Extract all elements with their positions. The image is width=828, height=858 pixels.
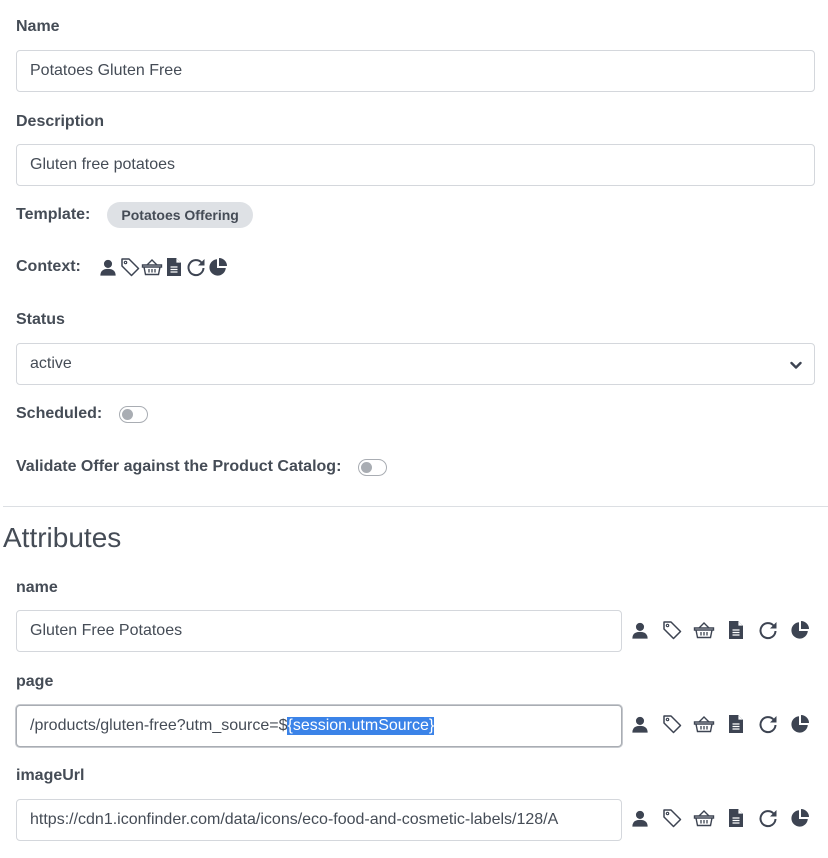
description-input-value: Gluten free potatoes: [30, 156, 175, 173]
status-select-value: active: [30, 355, 72, 372]
attr-name-value: Gluten Free Potatoes: [30, 622, 183, 639]
refresh-icon[interactable]: [185, 256, 207, 278]
status-label: Status: [16, 311, 65, 328]
attr-page-value-selected: {session.utmSource}: [287, 717, 435, 735]
name-input[interactable]: Potatoes Gluten Free: [16, 50, 815, 92]
attr-page-label: page: [16, 673, 54, 690]
basket-icon[interactable]: [141, 256, 163, 278]
attr-page-input[interactable]: /products/gluten-free?utm_source=$ {sessi…: [16, 705, 622, 747]
attr-name-label: name: [16, 579, 58, 596]
scheduled-row: Scheduled:: [16, 405, 149, 423]
tag-icon[interactable]: [660, 807, 684, 829]
section-divider: [3, 506, 828, 507]
tag-icon[interactable]: [660, 713, 684, 735]
refresh-icon[interactable]: [756, 713, 780, 735]
name-input-value: Potatoes Gluten Free: [30, 62, 183, 79]
attr-imageurl-context-icons: [628, 807, 820, 829]
template-label: Template:: [16, 206, 91, 223]
context-row: Context:: [16, 256, 229, 278]
attr-imageurl-label: imageUrl: [16, 767, 85, 784]
context-label: Context:: [16, 258, 81, 275]
validate-toggle[interactable]: [358, 458, 388, 476]
user-icon[interactable]: [628, 713, 652, 735]
document-icon[interactable]: [163, 256, 185, 278]
validate-row: Validate Offer against the Product Catal…: [16, 458, 388, 476]
scheduled-toggle[interactable]: [119, 405, 149, 423]
name-label: Name: [16, 18, 60, 35]
refresh-icon[interactable]: [756, 807, 780, 829]
status-select[interactable]: active: [16, 343, 815, 385]
pie-chart-icon[interactable]: [788, 807, 812, 829]
attr-imageurl-value: https://cdn1.iconfinder.com/data/icons/e…: [30, 811, 559, 828]
user-icon[interactable]: [628, 619, 652, 641]
attr-page-context-icons: [628, 713, 820, 735]
user-icon[interactable]: [628, 807, 652, 829]
document-icon[interactable]: [724, 807, 748, 829]
scheduled-label: Scheduled:: [16, 405, 103, 422]
attr-page-value-prefix: /products/gluten-free?utm_source=$: [30, 717, 288, 734]
document-icon[interactable]: [724, 619, 748, 641]
context-icons: [97, 256, 229, 278]
template-chip[interactable]: Potatoes Offering: [107, 202, 253, 228]
pie-chart-icon[interactable]: [788, 713, 812, 735]
description-label: Description: [16, 113, 105, 130]
refresh-icon[interactable]: [756, 619, 780, 641]
pie-chart-icon[interactable]: [788, 619, 812, 641]
tag-icon[interactable]: [119, 256, 141, 278]
attributes-title: Attributes: [3, 522, 122, 553]
description-input[interactable]: Gluten free potatoes: [16, 144, 815, 186]
attr-imageurl-input[interactable]: https://cdn1.iconfinder.com/data/icons/e…: [16, 799, 622, 841]
basket-icon[interactable]: [692, 619, 716, 641]
basket-icon[interactable]: [692, 807, 716, 829]
attr-name-context-icons: [628, 619, 820, 641]
basket-icon[interactable]: [692, 713, 716, 735]
document-icon[interactable]: [724, 713, 748, 735]
chevron-down-icon: [790, 357, 802, 375]
attr-name-input[interactable]: Gluten Free Potatoes: [16, 610, 622, 652]
pie-chart-icon[interactable]: [207, 256, 229, 278]
tag-icon[interactable]: [660, 619, 684, 641]
template-row: Template: Potatoes Offering: [16, 202, 253, 228]
user-icon[interactable]: [97, 256, 119, 278]
validate-label: Validate Offer against the Product Catal…: [16, 458, 342, 475]
